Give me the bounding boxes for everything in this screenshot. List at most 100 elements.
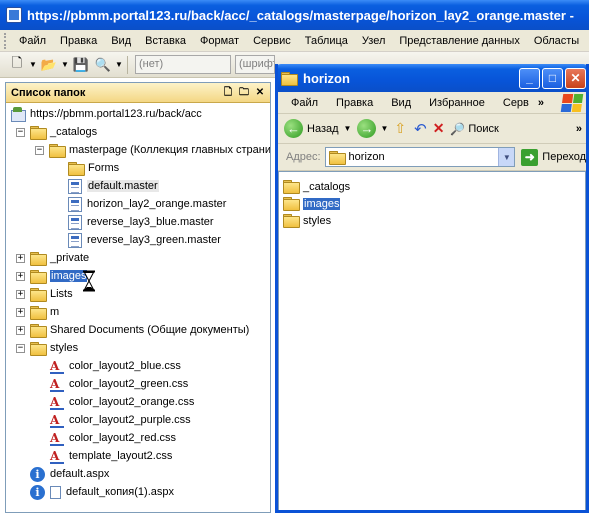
tree-item-site-root[interactable]: https://pbmm.portal123.ru/back/acc <box>10 105 202 123</box>
menu-view[interactable]: Вид <box>104 33 138 49</box>
dropdown-arrow-icon[interactable]: ▼ <box>28 55 38 75</box>
menu-table[interactable]: Таблица <box>298 33 355 49</box>
explorer-title-bar[interactable]: horizon _ □ ✕ <box>278 64 586 92</box>
menu-insert[interactable]: Вставка <box>138 33 193 49</box>
hourglass-cursor-icon <box>83 270 95 292</box>
address-value: horizon <box>348 151 385 163</box>
tree-item-css-file[interactable]: A template_layout2.css <box>50 447 172 465</box>
folder-icon <box>328 150 346 165</box>
dropdown-arrow-icon[interactable]: ▼ <box>344 124 352 133</box>
minimize-button[interactable]: _ <box>519 67 540 89</box>
toolbar-overflow-chevron[interactable]: » <box>576 123 586 135</box>
new-page-icon[interactable]: 🗋 <box>6 55 28 75</box>
menu-file[interactable]: Файл <box>282 95 327 111</box>
forward-arrow-icon[interactable]: → <box>357 119 377 138</box>
menu-edit[interactable]: Правка <box>53 33 104 49</box>
collapse-icon[interactable]: − <box>16 127 25 137</box>
explorer-window: horizon _ □ ✕ Файл Правка Вид Избранное … <box>275 64 589 513</box>
dropdown-arrow-icon[interactable]: ▼ <box>380 124 388 133</box>
tree-item-shared-documents[interactable]: + Shared Documents (Общие документы) <box>16 321 249 339</box>
css-file-icon: A <box>50 395 64 410</box>
go-button[interactable]: ➜ Переход <box>521 148 586 166</box>
maximize-button[interactable]: □ <box>542 67 563 89</box>
tree-item-label: color_layout2_red.css <box>69 432 177 444</box>
collapse-icon[interactable]: − <box>16 343 25 353</box>
new-folder-icon[interactable]: 🗀 <box>238 87 250 99</box>
address-dropdown-icon[interactable]: ▼ <box>498 148 515 166</box>
tree-item-private[interactable]: + _private <box>16 249 89 267</box>
tree-item-lists[interactable]: + Lists <box>16 285 73 303</box>
save-icon[interactable]: 💾 <box>70 55 92 75</box>
menu-favorites[interactable]: Избранное <box>420 95 494 111</box>
tree-item-css-file[interactable]: A color_layout2_orange.css <box>50 393 194 411</box>
tree-item-css-file[interactable]: A color_layout2_green.css <box>50 375 188 393</box>
menu-tools[interactable]: Сервис <box>246 33 298 49</box>
folder-icon <box>281 71 298 86</box>
collapse-icon[interactable]: − <box>35 145 44 155</box>
menu-tools[interactable]: Серв <box>494 95 538 111</box>
menu-regions[interactable]: Областы <box>527 33 586 49</box>
undo-icon[interactable]: ↶ <box>414 120 427 138</box>
tree-item-reverse-blue[interactable]: reverse_lay3_blue.master <box>68 213 214 231</box>
expand-icon[interactable]: + <box>16 289 25 299</box>
tree-item-forms[interactable]: Forms <box>68 159 119 177</box>
expand-icon[interactable]: + <box>16 307 25 317</box>
tree-item-m[interactable]: + m <box>16 303 59 321</box>
tree-item-css-file[interactable]: A color_layout2_purple.css <box>50 411 191 429</box>
explorer-title-text: horizon <box>303 70 350 86</box>
tree-item-css-file[interactable]: A color_layout2_red.css <box>50 429 176 447</box>
menu-data-view[interactable]: Представление данных <box>392 33 526 49</box>
website-icon <box>10 106 26 122</box>
tree-item-default-copy-aspx[interactable]: i default_копия(1).aspx <box>30 483 174 501</box>
menu-grip-handle[interactable] <box>4 32 8 49</box>
explorer-item-images[interactable]: images <box>283 195 341 212</box>
tree-item-css-file[interactable]: A color_layout2_blue.css <box>50 357 181 375</box>
tree-item-label: color_layout2_blue.css <box>69 360 181 372</box>
back-button-label[interactable]: Назад <box>307 123 339 135</box>
go-arrow-icon: ➜ <box>521 148 539 166</box>
tree-item-default-master[interactable]: default.master <box>68 177 159 195</box>
search-button-label[interactable]: Поиск <box>468 123 498 135</box>
menu-file[interactable]: Файл <box>12 33 53 49</box>
tree-item-label: masterpage (Коллекция главных страниц) <box>69 144 271 156</box>
master-page-icon <box>68 232 82 248</box>
explorer-item-styles[interactable]: styles <box>283 212 331 229</box>
tree-item-reverse-green[interactable]: reverse_lay3_green.master <box>68 231 221 249</box>
print-preview-icon[interactable]: 🔍 <box>92 55 114 75</box>
explorer-item-label: images <box>303 197 341 210</box>
tree-item-label: template_layout2.css <box>69 450 173 462</box>
font-select[interactable]: (шрифт <box>235 55 275 74</box>
expand-icon[interactable]: + <box>16 271 25 281</box>
tree-item-label: reverse_lay3_blue.master <box>87 216 214 228</box>
search-icon[interactable]: 🔎 <box>450 122 465 136</box>
tree-item-catalogs[interactable]: − _catalogs <box>16 123 97 141</box>
tree-item-default-aspx[interactable]: i default.aspx <box>30 465 109 483</box>
style-select[interactable]: (нет) <box>135 55 231 74</box>
dropdown-arrow-icon[interactable]: ▼ <box>114 55 124 75</box>
menu-edit[interactable]: Правка <box>327 95 382 111</box>
tree-item-masterpage[interactable]: − masterpage (Коллекция главных страниц) <box>35 141 271 159</box>
explorer-item-label: _catalogs <box>303 180 351 193</box>
tree-item-label: default.master <box>87 180 159 192</box>
expand-icon[interactable]: + <box>16 325 25 335</box>
dropdown-arrow-icon[interactable]: ▼ <box>60 55 70 75</box>
tree-item-horizon-master[interactable]: horizon_lay2_orange.master <box>68 195 226 213</box>
tree-item-styles[interactable]: − styles <box>16 339 78 357</box>
folder-pane-header: Список папок 🗋 🗀 ✕ <box>6 83 270 103</box>
menu-format[interactable]: Формат <box>193 33 246 49</box>
close-icon[interactable]: ✕ <box>254 87 266 99</box>
tree-item-images[interactable]: + images <box>16 267 88 285</box>
folder-up-icon[interactable]: ⇧ <box>394 120 406 137</box>
menu-site[interactable]: Узел <box>355 33 392 49</box>
delete-icon[interactable]: ✕ <box>433 120 445 137</box>
close-button[interactable]: ✕ <box>565 67 586 89</box>
explorer-item-catalogs[interactable]: _catalogs <box>283 178 350 195</box>
open-folder-icon[interactable]: 📂 <box>38 55 60 75</box>
css-file-icon: A <box>50 449 64 464</box>
menu-overflow-chevron[interactable]: » <box>538 97 544 109</box>
expand-icon[interactable]: + <box>16 253 25 263</box>
menu-view[interactable]: Вид <box>382 95 420 111</box>
new-page-icon[interactable]: 🗋 <box>222 87 234 99</box>
address-input[interactable]: horizon ▼ <box>324 147 516 167</box>
back-arrow-icon[interactable]: ← <box>284 119 303 138</box>
